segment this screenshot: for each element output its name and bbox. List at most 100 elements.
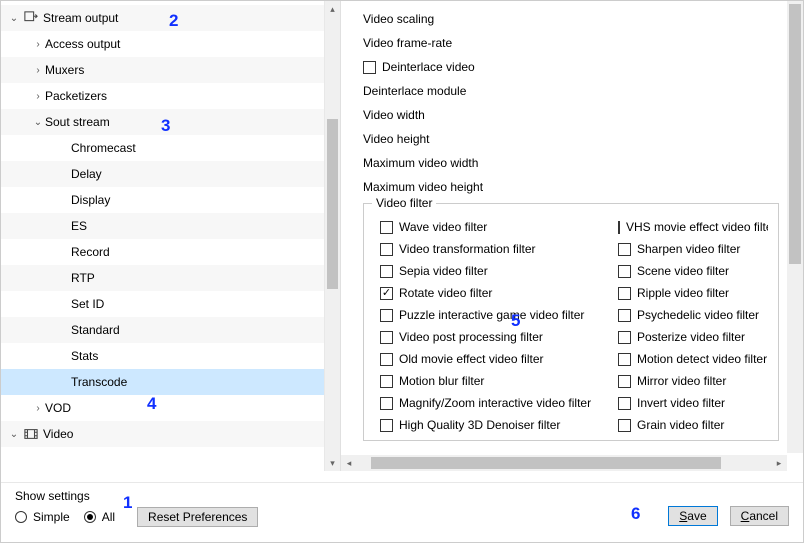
checkbox[interactable]	[380, 331, 393, 344]
scroll-up-icon[interactable]: ▴	[325, 1, 340, 17]
tree-label: Muxers	[45, 63, 84, 77]
expander-icon[interactable]: ›	[31, 39, 45, 50]
checkbox[interactable]	[618, 397, 631, 410]
expander-icon[interactable]: ⌄	[31, 117, 45, 128]
filter-option[interactable]: Ripple video filter	[618, 282, 768, 304]
checkbox[interactable]	[618, 221, 620, 234]
radio-all[interactable]	[84, 511, 96, 523]
filter-option[interactable]: VHS movie effect video filter	[618, 216, 768, 238]
checkbox[interactable]	[380, 243, 393, 256]
filter-label: Video transformation filter	[399, 242, 536, 256]
filter-label: Rotate video filter	[399, 286, 492, 300]
filter-option[interactable]: Psychedelic video filter	[618, 304, 768, 326]
filter-label: Invert video filter	[637, 396, 725, 410]
filter-option[interactable]: Magnify/Zoom interactive video filter	[380, 392, 618, 414]
footer: Show settings Simple All Reset Preferenc…	[1, 482, 803, 542]
filter-option[interactable]: Invert video filter	[618, 392, 768, 414]
expander-icon[interactable]: ›	[31, 65, 45, 76]
tree-item-record[interactable]: Record	[1, 239, 324, 265]
tree-item-rtp[interactable]: RTP	[1, 265, 324, 291]
tree-label: Packetizers	[45, 89, 107, 103]
checkbox[interactable]	[380, 397, 393, 410]
tree-item-access-output[interactable]: › Access output	[1, 31, 324, 57]
tree-item-vod[interactable]: › VOD	[1, 395, 324, 421]
scroll-thumb[interactable]	[327, 119, 338, 289]
checkbox[interactable]	[380, 353, 393, 366]
tree-label: Video	[43, 427, 73, 441]
filter-option[interactable]: Motion detect video filter	[618, 348, 768, 370]
tree-label: VOD	[45, 401, 71, 415]
checkbox[interactable]	[618, 265, 631, 278]
tree-item-chromecast[interactable]: Chromecast	[1, 135, 324, 161]
checkbox[interactable]	[618, 331, 631, 344]
checkbox[interactable]	[380, 287, 393, 300]
tree-item-transcode[interactable]: Transcode	[1, 369, 324, 395]
filter-option[interactable]: Sepia video filter	[380, 260, 618, 282]
tree-item-display[interactable]: Display	[1, 187, 324, 213]
scroll-down-icon[interactable]: ▾	[325, 455, 340, 471]
checkbox[interactable]	[618, 353, 631, 366]
tree-item-es[interactable]: ES	[1, 213, 324, 239]
filter-option[interactable]: Mirror video filter	[618, 370, 768, 392]
filter-option[interactable]: Old movie effect video filter	[380, 348, 618, 370]
checkbox[interactable]	[363, 61, 376, 74]
scroll-right-icon[interactable]: ▸	[771, 455, 787, 471]
reset-preferences-button[interactable]: Reset Preferences	[137, 507, 258, 527]
checkbox[interactable]	[380, 375, 393, 388]
checkbox[interactable]	[380, 265, 393, 278]
settings-scrollbar-v[interactable]	[787, 1, 803, 453]
tree-item-packetizers[interactable]: › Packetizers	[1, 83, 324, 109]
checkbox[interactable]	[618, 243, 631, 256]
group-title: Video filter	[372, 196, 436, 210]
radio-simple[interactable]	[15, 511, 27, 523]
scroll-left-icon[interactable]: ◂	[341, 455, 357, 471]
expander-icon[interactable]: ⌄	[7, 429, 21, 440]
expander-icon[interactable]: ›	[31, 403, 45, 414]
tree-item-set-id[interactable]: Set ID	[1, 291, 324, 317]
expander-icon[interactable]: ›	[31, 91, 45, 102]
filter-option[interactable]: Motion blur filter	[380, 370, 618, 392]
show-settings-label: Show settings	[15, 489, 789, 503]
scroll-thumb[interactable]	[371, 457, 721, 469]
filter-option[interactable]: Posterize video filter	[618, 326, 768, 348]
filter-option[interactable]: Scene video filter	[618, 260, 768, 282]
tree-label: RTP	[71, 271, 95, 285]
filter-option[interactable]: Rotate video filter	[380, 282, 618, 304]
option-deinterlace-video[interactable]: Deinterlace video	[363, 55, 803, 79]
filter-label: Grain video filter	[637, 418, 724, 432]
expander-icon[interactable]: ⌄	[7, 13, 21, 24]
option-label: Deinterlace video	[382, 60, 475, 74]
filter-option[interactable]: Puzzle interactive game video filter	[380, 304, 618, 326]
save-button[interactable]: Save	[668, 506, 717, 526]
tree-item-sout-stream[interactable]: ⌄ Sout stream	[1, 109, 324, 135]
tree-item-muxers[interactable]: › Muxers	[1, 57, 324, 83]
filter-option[interactable]: Grain video filter	[618, 414, 768, 436]
filter-option[interactable]: High Quality 3D Denoiser filter	[380, 414, 618, 436]
filter-option[interactable]: Video post processing filter	[380, 326, 618, 348]
tree-item-video[interactable]: ⌄ Video	[1, 421, 324, 447]
cancel-button[interactable]: Cancel	[730, 506, 789, 526]
scroll-thumb[interactable]	[789, 4, 801, 264]
tree-scrollbar[interactable]: ▴ ▾	[324, 1, 340, 471]
tree-item-standard[interactable]: Standard	[1, 317, 324, 343]
checkbox[interactable]	[618, 375, 631, 388]
tree-label: Record	[71, 245, 110, 259]
option-video-width: Video width	[363, 103, 803, 127]
tree-item-stream-output[interactable]: ⌄ Stream output	[1, 5, 324, 31]
checkbox[interactable]	[618, 419, 631, 432]
checkbox[interactable]	[618, 309, 631, 322]
checkbox[interactable]	[618, 287, 631, 300]
filter-label: Puzzle interactive game video filter	[399, 308, 584, 322]
filter-option[interactable]: Wave video filter	[380, 216, 618, 238]
option-label: Video height	[363, 132, 430, 146]
filter-option[interactable]: Video transformation filter	[380, 238, 618, 260]
checkbox[interactable]	[380, 309, 393, 322]
settings-pane: Video scaling Video frame-rate Deinterla…	[341, 1, 803, 471]
settings-scrollbar-h[interactable]: ◂ ▸	[341, 455, 787, 471]
filter-label: Scene video filter	[637, 264, 729, 278]
tree-item-delay[interactable]: Delay	[1, 161, 324, 187]
checkbox[interactable]	[380, 419, 393, 432]
filter-option[interactable]: Sharpen video filter	[618, 238, 768, 260]
checkbox[interactable]	[380, 221, 393, 234]
tree-item-stats[interactable]: Stats	[1, 343, 324, 369]
